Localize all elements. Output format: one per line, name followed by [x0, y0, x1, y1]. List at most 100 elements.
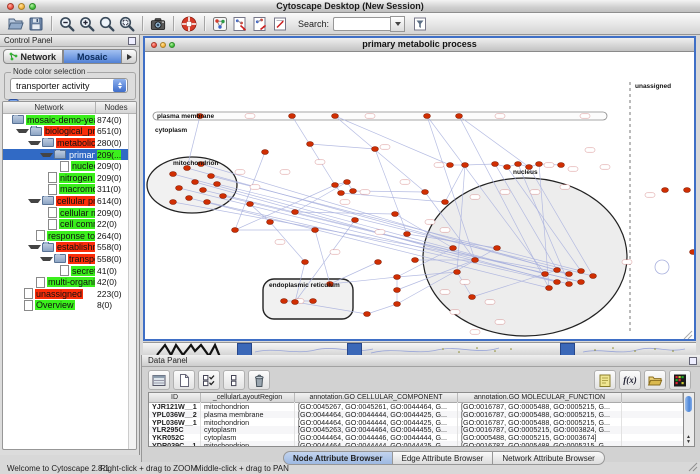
network-node[interactable]	[456, 114, 463, 119]
help-button[interactable]	[179, 14, 199, 34]
network-node[interactable]	[566, 282, 573, 287]
expander-icon[interactable]	[40, 153, 53, 157]
tab-mosaic[interactable]: Mosaic	[63, 49, 123, 64]
network-node[interactable]	[504, 165, 511, 170]
table-column-header[interactable]: ID	[149, 393, 201, 402]
network-node[interactable]	[447, 163, 454, 168]
annotation-note-button[interactable]	[594, 370, 616, 390]
network-edge[interactable]	[465, 164, 495, 165]
network-node[interactable]	[422, 190, 429, 195]
show-attributes-button[interactable]	[148, 370, 170, 390]
network-node[interactable]	[394, 275, 401, 280]
expander-icon[interactable]	[16, 129, 29, 133]
tree-row[interactable]: multi-organism pro42(0)	[3, 276, 136, 288]
tree-row[interactable]: transport558(0)	[3, 253, 136, 265]
network-node[interactable]	[492, 162, 499, 167]
zoom-in-button[interactable]	[77, 14, 97, 34]
network-node[interactable]	[578, 280, 585, 285]
resize-grip-icon[interactable]	[688, 462, 698, 472]
network-node[interactable]	[204, 200, 211, 205]
expander-icon[interactable]	[28, 141, 41, 145]
unselect-attributes-button[interactable]	[223, 370, 245, 390]
minimize-view-button[interactable]	[160, 42, 166, 48]
tree-row[interactable]: cellular process614(0)	[3, 195, 136, 207]
network-node[interactable]	[472, 258, 479, 263]
tree-row[interactable]: metabolic process280(0)	[3, 137, 136, 149]
network-node[interactable]	[170, 200, 177, 205]
network-node[interactable]	[566, 272, 573, 277]
table-row[interactable]: YDR039C__1mitochondrion[GO:0044464, GO:0…	[149, 441, 683, 447]
network-edge[interactable]	[367, 304, 397, 314]
network-node[interactable]	[208, 174, 215, 179]
tree-row[interactable]: response to stimulu264(0)	[3, 230, 136, 242]
network-node[interactable]	[375, 260, 382, 265]
annotation-button[interactable]	[270, 14, 290, 34]
network-self-loop[interactable]	[655, 260, 669, 274]
network-node[interactable]	[394, 288, 401, 293]
delete-attributes-button[interactable]	[248, 370, 270, 390]
network-node[interactable]	[404, 232, 411, 237]
network-node[interactable]	[220, 194, 227, 199]
network-edge[interactable]	[330, 262, 378, 284]
network-node[interactable]	[542, 272, 549, 277]
tab-overflow-button[interactable]	[122, 49, 137, 64]
network-node[interactable]	[292, 300, 299, 305]
network-node[interactable]	[292, 210, 299, 215]
stacked-windows-strip[interactable]	[143, 342, 696, 356]
view-resize-grip-icon[interactable]	[684, 331, 692, 339]
table-column-header[interactable]: annotation.GO MOLECULAR_FUNCTION	[458, 393, 622, 402]
tree-row[interactable]: macromolecule311(0)	[3, 184, 136, 196]
network-node[interactable]	[364, 312, 371, 317]
network-node[interactable]	[494, 246, 501, 251]
network-node[interactable]	[662, 188, 669, 193]
zoom-out-button[interactable]	[57, 14, 77, 34]
network-edge[interactable]	[295, 182, 347, 212]
zoom-selected-button[interactable]	[97, 14, 117, 34]
tree-row[interactable]: primary metabo209(...	[3, 149, 136, 161]
network-node[interactable]	[267, 220, 274, 225]
import-attributes-button[interactable]	[644, 370, 666, 390]
network-node[interactable]	[590, 274, 597, 279]
tree-row[interactable]: Overview8(0)	[3, 300, 136, 312]
network-graph[interactable]: plasma membranecytoplasmmitochondrionnuc…	[145, 52, 694, 339]
table-column-header[interactable]: annotation.GO CELLULAR_COMPONENT	[295, 393, 458, 402]
network-node[interactable]	[394, 302, 401, 307]
network-node[interactable]	[578, 269, 585, 274]
network-node[interactable]	[332, 114, 339, 119]
network-node[interactable]	[515, 162, 522, 167]
network-node[interactable]	[454, 270, 461, 275]
network-node[interactable]	[281, 299, 288, 304]
network-node[interactable]	[462, 163, 469, 168]
network-node[interactable]	[192, 180, 199, 185]
network-node[interactable]	[392, 212, 399, 217]
close-view-button[interactable]	[151, 42, 157, 48]
tree-row[interactable]: cell communicat22(0)	[3, 218, 136, 230]
network-node[interactable]	[442, 200, 449, 205]
column-header-nodes[interactable]: Nodes	[96, 102, 136, 113]
tree-row[interactable]: establishment of lo558(0)	[3, 242, 136, 254]
network-node[interactable]	[312, 228, 319, 233]
network-node[interactable]	[350, 189, 357, 194]
tree-row[interactable]: cellular metabol209(0)	[3, 207, 136, 219]
network-node[interactable]	[310, 299, 317, 304]
search-configure-button[interactable]	[410, 14, 430, 34]
tree-scrollbar[interactable]	[128, 114, 136, 449]
tree-row[interactable]: biological_process651(0)	[3, 126, 136, 138]
expander-icon[interactable]	[40, 257, 53, 261]
scrollbar-thumb[interactable]	[685, 396, 692, 412]
tree-row[interactable]: nucleobase-209(0)	[3, 160, 136, 172]
select-attributes-button[interactable]	[198, 370, 220, 390]
zoom-view-button[interactable]	[169, 42, 175, 48]
expander-icon[interactable]	[28, 245, 41, 249]
network-node[interactable]	[684, 188, 691, 193]
network-node[interactable]	[536, 162, 543, 167]
float-panel-icon[interactable]	[128, 37, 136, 45]
tree-row[interactable]: secretion41(0)	[3, 265, 136, 277]
network-node[interactable]	[332, 183, 339, 188]
network-node[interactable]	[372, 147, 379, 152]
network-node[interactable]	[690, 250, 694, 255]
scrollbar-arrows-icon[interactable]: ▲▼	[685, 435, 692, 445]
search-dropdown-button[interactable]	[390, 16, 405, 32]
network-node[interactable]	[554, 268, 561, 273]
network-node[interactable]	[176, 186, 183, 191]
